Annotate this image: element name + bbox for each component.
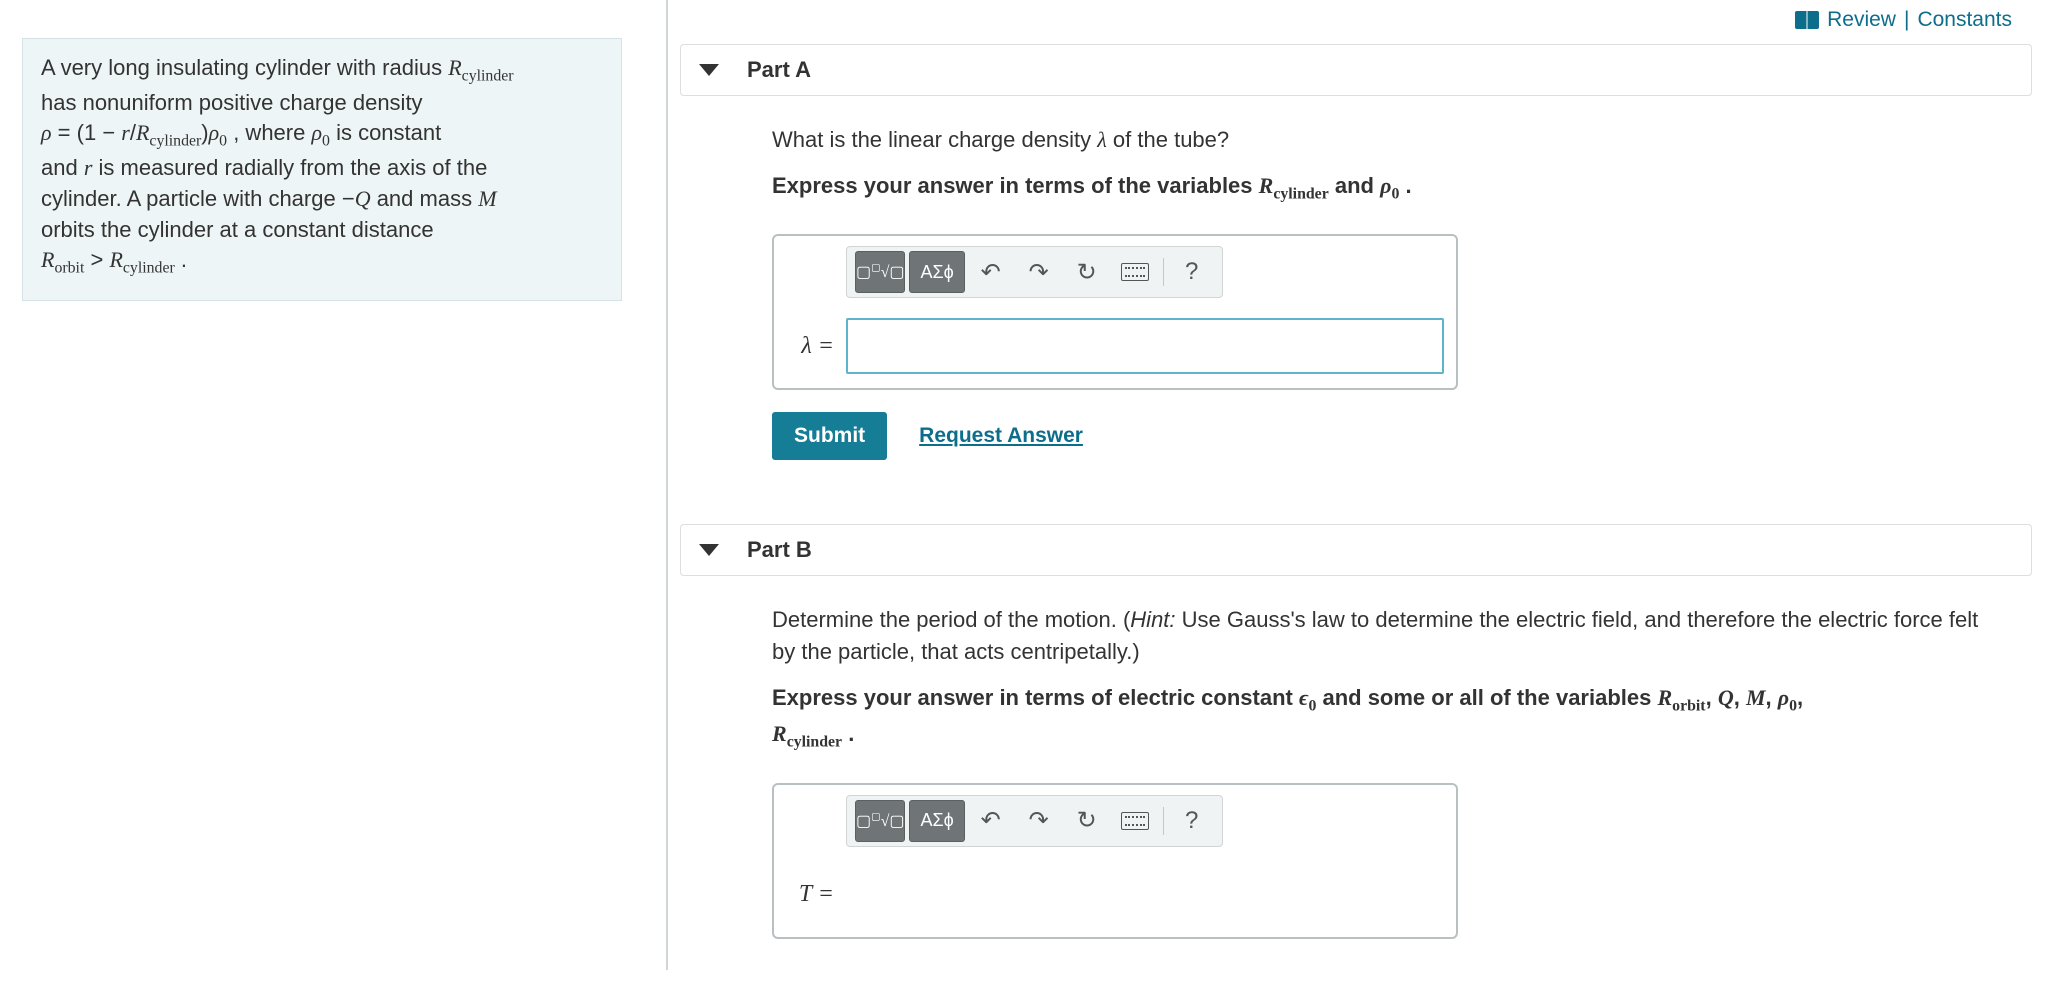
part-b-question: Determine the period of the motion. (Hin… <box>772 604 2002 668</box>
text: , where <box>227 120 311 145</box>
answer-input-row: λ = <box>786 318 1444 374</box>
var-Rcyl: Rcylinder <box>109 247 174 272</box>
greek-button[interactable]: ΑΣϕ <box>909 800 964 842</box>
review-link[interactable]: Review <box>1827 8 1896 32</box>
text: and mass <box>371 186 479 211</box>
text: A very long insulating cylinder with rad… <box>41 55 448 80</box>
part-b-answer-box: ▢▢√▢ ΑΣϕ ↶ ↷ ↻ ? T = <box>772 783 1458 939</box>
var-R: Rcylinder <box>136 120 201 145</box>
vertical-divider <box>666 0 668 970</box>
submit-button[interactable]: Submit <box>772 412 887 460</box>
keyboard-icon <box>1121 263 1149 281</box>
templates-button[interactable]: ▢▢√▢ <box>855 251 905 293</box>
equation-toolbar: ▢▢√▢ ΑΣϕ ↶ ↷ ↻ ? <box>846 246 1223 298</box>
part-b: Part B Determine the period of the motio… <box>680 524 2028 939</box>
keyboard-button[interactable] <box>1113 251 1157 293</box>
var-M: M <box>478 186 496 211</box>
text: . <box>175 247 187 272</box>
part-a-answer-input[interactable] <box>846 318 1444 374</box>
reset-button[interactable]: ↻ <box>1065 251 1109 293</box>
parts-column: Part A What is the linear charge density… <box>680 44 2052 1003</box>
answer-input-row: T = <box>786 867 1444 923</box>
greek-button[interactable]: ΑΣϕ <box>909 251 964 293</box>
var-Rorbit: Rorbit <box>41 247 84 272</box>
var-rho0: ρ0 <box>311 120 329 145</box>
chevron-down-icon <box>699 544 719 556</box>
part-b-header[interactable]: Part B <box>680 524 2032 576</box>
part-a-body: What is the linear charge density λ of t… <box>680 96 2028 460</box>
text: − <box>342 186 355 211</box>
answer-variable-label: λ = <box>786 333 834 360</box>
chevron-down-icon <box>699 64 719 76</box>
text: is constant <box>330 120 441 145</box>
var-lambda: λ <box>1097 127 1107 152</box>
var-R: Rcylinder <box>448 55 513 80</box>
part-b-body: Determine the period of the motion. (Hin… <box>680 576 2028 939</box>
undo-button[interactable]: ↶ <box>969 251 1013 293</box>
part-a-title: Part A <box>747 57 811 83</box>
eq-rho: ρ <box>41 120 52 145</box>
part-a-actions: Submit Request Answer <box>772 412 2028 460</box>
part-b-answer-input[interactable] <box>846 867 1444 923</box>
text: cylinder. A particle with charge <box>41 186 342 211</box>
text: (1 − <box>77 120 122 145</box>
templates-button[interactable]: ▢▢√▢ <box>855 800 905 842</box>
redo-button[interactable]: ↷ <box>1017 800 1061 842</box>
var-Q: Q <box>355 186 371 211</box>
text: = <box>52 120 77 145</box>
text: is measured radially from the axis of th… <box>92 155 487 180</box>
help-button[interactable]: ? <box>1170 251 1214 293</box>
constants-link[interactable]: Constants <box>1917 8 2012 32</box>
keyboard-button[interactable] <box>1113 800 1157 842</box>
part-a-answer-box: ▢▢√▢ ΑΣϕ ↶ ↷ ↻ ? λ = <box>772 234 1458 390</box>
part-a-question: What is the linear charge density λ of t… <box>772 124 2002 156</box>
var-r: r <box>121 120 130 145</box>
keyboard-icon <box>1121 812 1149 830</box>
text: ) <box>201 120 208 145</box>
var-rho0: ρ0 <box>209 120 227 145</box>
text: > <box>84 247 109 272</box>
toolbar-separator <box>1163 807 1164 835</box>
text: and <box>41 155 84 180</box>
equation-toolbar: ▢▢√▢ ΑΣϕ ↶ ↷ ↻ ? <box>846 795 1223 847</box>
part-b-title: Part B <box>747 537 812 563</box>
problem-statement: A very long insulating cylinder with rad… <box>22 38 622 301</box>
redo-button[interactable]: ↷ <box>1017 251 1061 293</box>
part-b-instructions: Express your answer in terms of electric… <box>772 682 2002 755</box>
text: orbits the cylinder at a constant distan… <box>41 217 434 242</box>
undo-button[interactable]: ↶ <box>969 800 1013 842</box>
top-sep: | <box>1904 8 1909 32</box>
request-answer-link[interactable]: Request Answer <box>919 424 1083 448</box>
part-a: Part A What is the linear charge density… <box>680 44 2028 460</box>
part-a-header[interactable]: Part A <box>680 44 2032 96</box>
answer-variable-label: T = <box>786 881 834 908</box>
toolbar-separator <box>1163 258 1164 286</box>
book-icon <box>1795 11 1819 29</box>
part-a-instructions: Express your answer in terms of the vari… <box>772 170 2002 206</box>
text: has nonuniform positive charge density <box>41 90 423 115</box>
help-button[interactable]: ? <box>1170 800 1214 842</box>
reset-button[interactable]: ↻ <box>1065 800 1109 842</box>
top-links: Review | Constants <box>1795 8 2012 32</box>
